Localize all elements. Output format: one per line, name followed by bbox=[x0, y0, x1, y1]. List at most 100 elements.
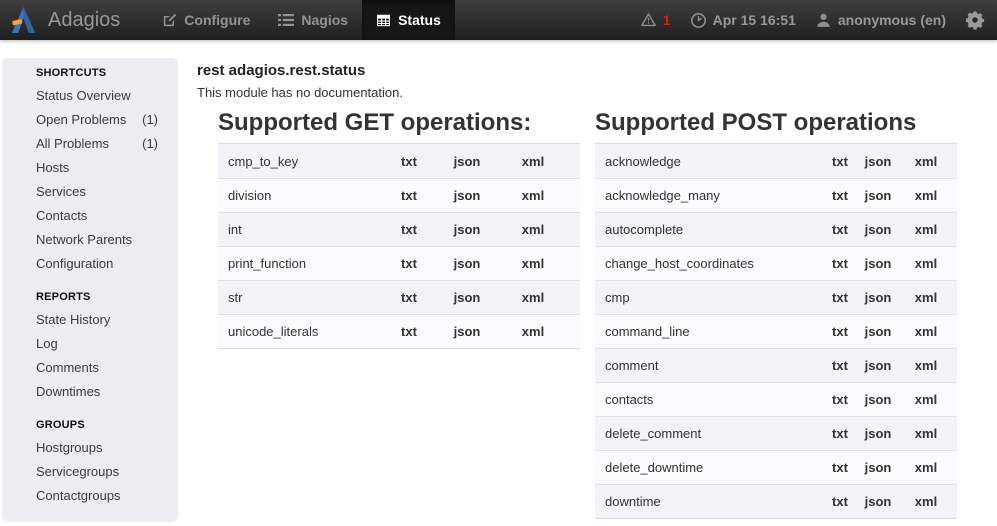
op-link-xml[interactable]: xml bbox=[897, 426, 955, 441]
op-link-json[interactable]: json bbox=[438, 154, 496, 169]
op-link-txt[interactable]: txt bbox=[821, 392, 859, 407]
module-subtitle: This module has no documentation. bbox=[197, 85, 997, 101]
op-link-xml[interactable]: xml bbox=[496, 222, 570, 237]
sidebar-item-network-parents[interactable]: Network Parents bbox=[36, 228, 158, 252]
sidebar-item-label: Servicegroups bbox=[36, 460, 119, 484]
sidebar-item-status-overview[interactable]: Status Overview bbox=[36, 84, 158, 108]
op-link-json[interactable]: json bbox=[859, 324, 897, 339]
operation-row-command-line: command_linetxtjsonxml bbox=[595, 314, 957, 348]
op-link-json[interactable]: json bbox=[859, 290, 897, 305]
op-link-xml[interactable]: xml bbox=[897, 324, 955, 339]
op-link-json[interactable]: json bbox=[438, 222, 496, 237]
op-link-txt[interactable]: txt bbox=[380, 188, 438, 203]
op-link-txt[interactable]: txt bbox=[821, 324, 859, 339]
op-link-xml[interactable]: xml bbox=[496, 188, 570, 203]
op-link-txt[interactable]: txt bbox=[380, 154, 438, 169]
sidebar-item-log[interactable]: Log bbox=[36, 332, 158, 356]
nav-item-label: Status bbox=[398, 12, 441, 28]
op-link-json[interactable]: json bbox=[859, 154, 897, 169]
op-link-xml[interactable]: xml bbox=[897, 256, 955, 271]
sidebar-item-downtimes[interactable]: Downtimes bbox=[36, 380, 158, 404]
op-link-json[interactable]: json bbox=[859, 494, 897, 509]
op-link-json[interactable]: json bbox=[438, 290, 496, 305]
op-link-xml[interactable]: xml bbox=[897, 460, 955, 475]
op-link-txt[interactable]: txt bbox=[821, 426, 859, 441]
operation-row-division: divisiontxtjsonxml bbox=[218, 178, 580, 212]
op-link-txt[interactable]: txt bbox=[821, 188, 859, 203]
sidebar-item-state-history[interactable]: State History bbox=[36, 308, 158, 332]
op-link-txt[interactable]: txt bbox=[821, 358, 859, 373]
operation-name: autocomplete bbox=[595, 222, 821, 237]
operation-name: change_host_coordinates bbox=[595, 256, 821, 271]
op-link-json[interactable]: json bbox=[859, 460, 897, 475]
op-link-json[interactable]: json bbox=[438, 256, 496, 271]
sidebar-item-label: All Problems bbox=[36, 132, 109, 156]
clock-indicator[interactable]: Apr 15 16:51 bbox=[690, 12, 796, 29]
op-link-txt[interactable]: txt bbox=[821, 222, 859, 237]
alerts-indicator[interactable]: 1 bbox=[640, 12, 671, 28]
op-link-xml[interactable]: xml bbox=[496, 324, 570, 339]
op-link-json[interactable]: json bbox=[859, 358, 897, 373]
operation-row-change-host-coordinates: change_host_coordinatestxtjsonxml bbox=[595, 246, 957, 280]
user-menu[interactable]: anonymous (en) bbox=[815, 12, 946, 29]
sidebar-item-label: Comments bbox=[36, 356, 99, 380]
op-link-txt[interactable]: txt bbox=[380, 324, 438, 339]
operation-name: contacts bbox=[595, 392, 821, 407]
op-link-txt[interactable]: txt bbox=[380, 256, 438, 271]
brand[interactable]: Adagios bbox=[0, 0, 130, 40]
op-link-xml[interactable]: xml bbox=[897, 392, 955, 407]
op-link-txt[interactable]: txt bbox=[380, 222, 438, 237]
operation-name: acknowledge bbox=[595, 154, 821, 169]
op-link-txt[interactable]: txt bbox=[821, 460, 859, 475]
op-link-xml[interactable]: xml bbox=[897, 154, 955, 169]
op-link-xml[interactable]: xml bbox=[496, 290, 570, 305]
nav-item-label: Configure bbox=[184, 12, 250, 28]
sidebar-item-configuration[interactable]: Configuration bbox=[36, 252, 158, 276]
op-link-xml[interactable]: xml bbox=[496, 256, 570, 271]
settings-button[interactable] bbox=[965, 10, 985, 30]
op-link-json[interactable]: json bbox=[859, 256, 897, 271]
sidebar-item-label: State History bbox=[36, 308, 110, 332]
op-link-txt[interactable]: txt bbox=[380, 290, 438, 305]
op-link-json[interactable]: json bbox=[438, 188, 496, 203]
sidebar-item-services[interactable]: Services bbox=[36, 180, 158, 204]
op-link-xml[interactable]: xml bbox=[897, 188, 955, 203]
list-icon bbox=[278, 13, 294, 27]
sidebar-item-hostgroups[interactable]: Hostgroups bbox=[36, 436, 158, 460]
sidebar-item-open-problems[interactable]: Open Problems(1) bbox=[36, 108, 158, 132]
op-link-json[interactable]: json bbox=[438, 324, 496, 339]
operation-name: division bbox=[218, 188, 380, 203]
operation-row-downtime: downtimetxtjsonxml bbox=[595, 484, 957, 518]
brand-title[interactable]: Adagios bbox=[48, 9, 120, 32]
op-link-json[interactable]: json bbox=[859, 392, 897, 407]
op-link-txt[interactable]: txt bbox=[821, 256, 859, 271]
op-link-json[interactable]: json bbox=[859, 426, 897, 441]
op-link-xml[interactable]: xml bbox=[897, 290, 955, 305]
sidebar-item-all-problems[interactable]: All Problems(1) bbox=[36, 132, 158, 156]
nav-item-nagios[interactable]: Nagios bbox=[264, 0, 362, 40]
op-link-xml[interactable]: xml bbox=[496, 154, 570, 169]
sidebar-item-hosts[interactable]: Hosts bbox=[36, 156, 158, 180]
op-link-xml[interactable]: xml bbox=[897, 494, 955, 509]
op-link-json[interactable]: json bbox=[859, 222, 897, 237]
nav-item-status[interactable]: Status bbox=[362, 0, 455, 40]
gear-icon bbox=[965, 10, 985, 30]
sidebar-item-comments[interactable]: Comments bbox=[36, 356, 158, 380]
operations-columns: Supported GET operations:cmp_to_keytxtjs… bbox=[218, 108, 997, 519]
operations-column-get: Supported GET operations:cmp_to_keytxtjs… bbox=[218, 108, 580, 519]
operation-name: command_line bbox=[595, 324, 821, 339]
operation-row-delete-downtime: delete_downtimetxtjsonxml bbox=[595, 450, 957, 484]
sidebar-item-label: Downtimes bbox=[36, 380, 100, 404]
sidebar-item-servicegroups[interactable]: Servicegroups bbox=[36, 460, 158, 484]
op-link-xml[interactable]: xml bbox=[897, 222, 955, 237]
op-link-json[interactable]: json bbox=[859, 188, 897, 203]
op-link-txt[interactable]: txt bbox=[821, 154, 859, 169]
operations-table-get: cmp_to_keytxtjsonxmldivisiontxtjsonxmlin… bbox=[218, 143, 580, 349]
nav-item-configure[interactable]: Configure bbox=[148, 0, 264, 40]
op-link-txt[interactable]: txt bbox=[821, 494, 859, 509]
sidebar-item-contactgroups[interactable]: Contactgroups bbox=[36, 484, 158, 508]
sidebar-item-contacts[interactable]: Contacts bbox=[36, 204, 158, 228]
op-link-txt[interactable]: txt bbox=[821, 290, 859, 305]
sidebar-item-label: Contacts bbox=[36, 204, 87, 228]
op-link-xml[interactable]: xml bbox=[897, 358, 955, 373]
